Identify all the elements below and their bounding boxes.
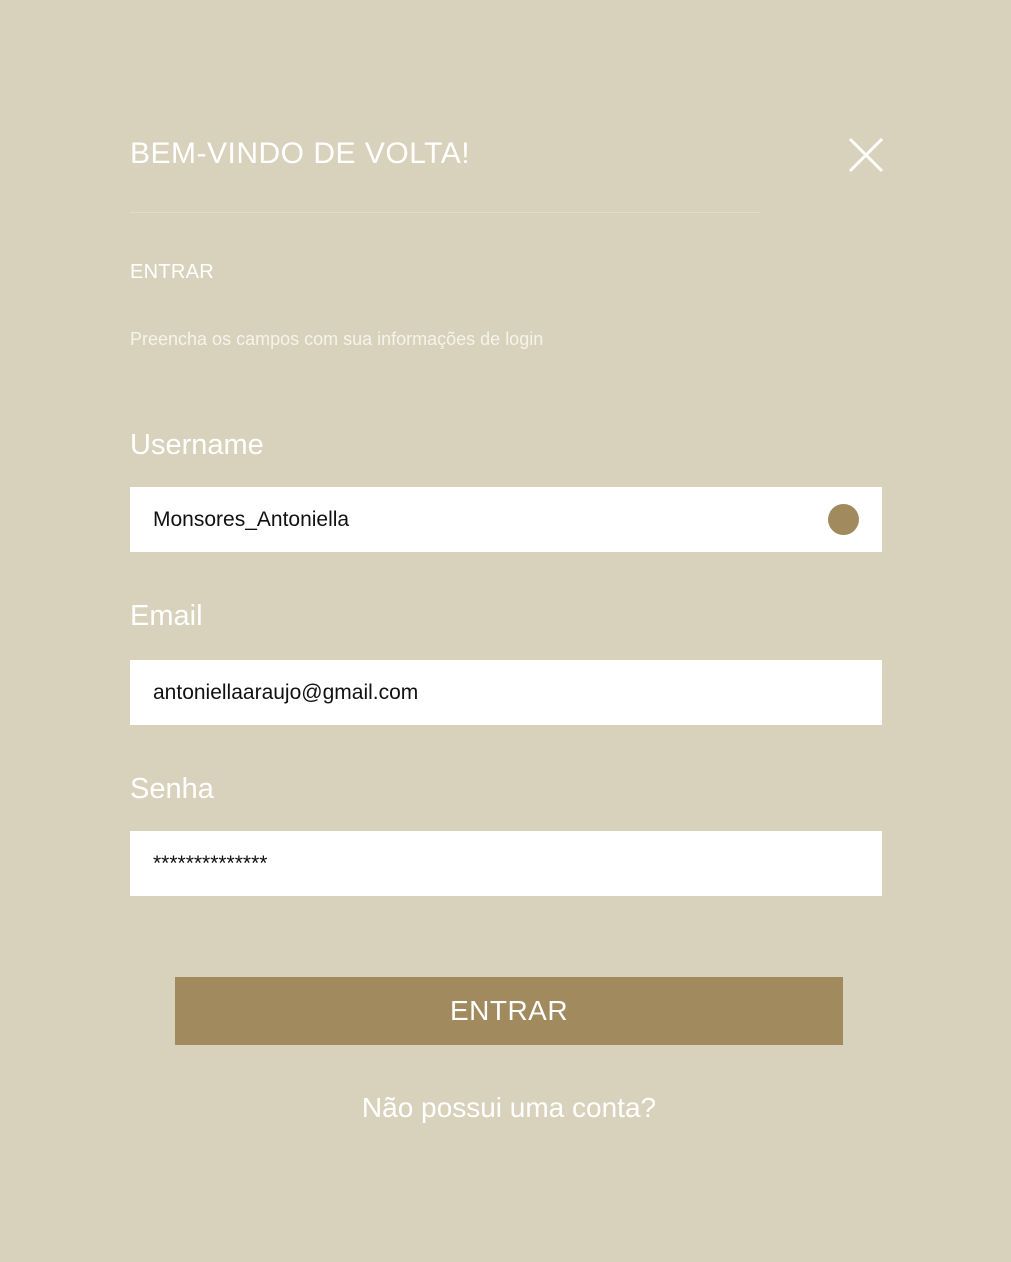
username-label: Username: [130, 429, 264, 461]
email-input[interactable]: [153, 680, 859, 705]
section-label: ENTRAR: [130, 261, 215, 283]
username-input[interactable]: [153, 507, 859, 532]
field-status-dot: [828, 504, 859, 535]
close-button[interactable]: [846, 135, 886, 175]
email-label: Email: [130, 600, 203, 632]
signup-link[interactable]: Não possui uma conta?: [175, 1090, 843, 1126]
submit-button[interactable]: ENTRAR: [175, 977, 843, 1045]
email-field-container: [130, 660, 882, 725]
username-field-container: [130, 487, 882, 552]
password-label: Senha: [130, 773, 214, 805]
password-field-container: [130, 831, 882, 896]
password-input[interactable]: [153, 851, 859, 876]
login-modal: BEM-VINDO DE VOLTA! ENTRAR Preencha os c…: [0, 0, 1011, 1262]
modal-title: BEM-VINDO DE VOLTA!: [130, 137, 471, 170]
close-icon: [848, 137, 884, 173]
header-divider: [130, 212, 760, 213]
helper-text: Preencha os campos com sua informações d…: [130, 329, 544, 349]
